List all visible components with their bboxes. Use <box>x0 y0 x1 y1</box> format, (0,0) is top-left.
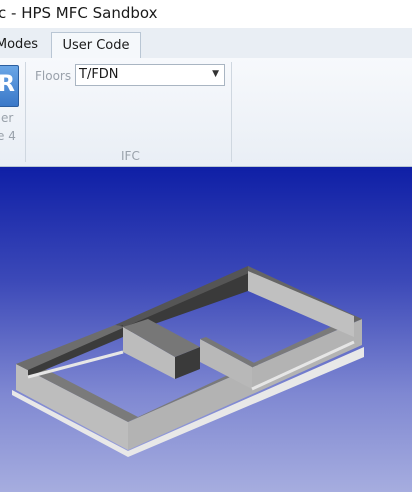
wall-top <box>16 325 125 370</box>
wall-top <box>115 266 256 327</box>
chevron-down-icon[interactable]: ▼ <box>212 69 219 79</box>
3d-viewport[interactable] <box>0 167 412 492</box>
ribbon-separator <box>25 62 26 162</box>
button-label-line2: e 4 <box>0 129 16 143</box>
ribbon-tabs: Modes User Code <box>0 28 412 59</box>
tab-modes[interactable]: Modes <box>0 32 40 57</box>
floors-dropdown[interactable]: T/FDN ▼ <box>75 64 225 86</box>
tab-user-code[interactable]: User Code <box>51 32 141 59</box>
floors-label: Floors <box>35 69 72 83</box>
ribbon-panel: R er e 4 Floors T/FDN ▼ IFC <box>0 58 412 167</box>
r-icon: R <box>0 72 15 97</box>
ribbon-separator <box>231 62 232 162</box>
floors-value: T/FDN <box>79 67 119 82</box>
window-title: c - HPS MFC Sandbox <box>0 4 158 22</box>
user-code-button[interactable]: R <box>0 65 19 107</box>
button-label-line1: er <box>1 111 14 125</box>
ribbon-group-label-ifc: IFC <box>121 149 140 163</box>
title-bar: c - HPS MFC Sandbox <box>0 0 412 28</box>
wall-face <box>248 271 354 337</box>
foundation-model <box>12 266 364 457</box>
